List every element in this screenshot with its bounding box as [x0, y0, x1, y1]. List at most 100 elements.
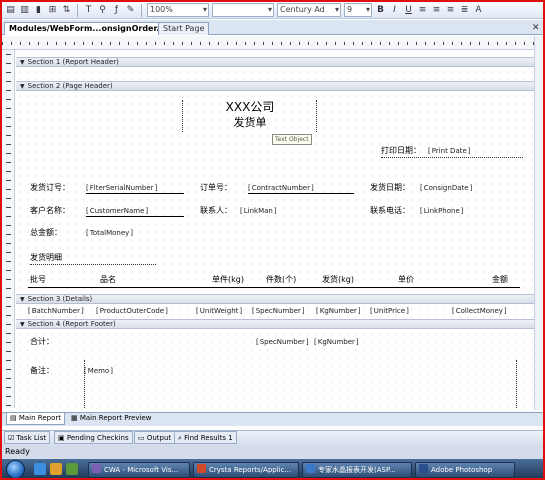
sum-spec-field[interactable]: SpecNumber — [256, 337, 309, 347]
align-left-icon[interactable]: ≡ — [417, 5, 428, 16]
taskbar-item[interactable]: Adobe Photoshop — [415, 462, 515, 478]
ruler-tick — [6, 72, 11, 73]
style-combo[interactable] — [212, 3, 274, 17]
memo-field[interactable]: Memo — [84, 366, 113, 376]
font-size-combo[interactable]: 9 — [344, 3, 372, 17]
print-date-label[interactable]: 打印日期： — [381, 146, 421, 156]
ruler-tick — [6, 234, 11, 235]
contract-label[interactable]: 订单号： — [200, 183, 232, 193]
client-field[interactable]: CustomerName — [86, 206, 148, 216]
section-2-bar[interactable]: ▼ Section 2 (Page Header) — [16, 81, 534, 91]
report-subtitle[interactable]: 发货单 — [182, 116, 318, 129]
font-name-combo[interactable]: Century Ad — [277, 3, 341, 17]
detail-field-product[interactable]: ProductOuterCode — [96, 306, 168, 316]
column-header-batch[interactable]: 批号 — [30, 275, 46, 285]
taskbar-item[interactable]: 专家水晶报表开发(ASP... — [302, 462, 412, 478]
detail-field-money[interactable]: CollectMoney — [452, 306, 507, 316]
total-label[interactable]: 总金额： — [30, 228, 62, 238]
sort-icon[interactable]: ⇅ — [61, 5, 72, 16]
ruler-tick — [6, 54, 11, 55]
sum-label[interactable]: 合计： — [30, 337, 54, 347]
detail-label[interactable]: 发货明细 — [30, 253, 62, 263]
close-icon[interactable]: ✕ — [532, 24, 541, 33]
section-4-label: Section 4 (Report Footer) — [27, 320, 116, 328]
select-expert-icon[interactable]: ⚲ — [97, 5, 108, 16]
quicklaunch-folder-icon[interactable] — [50, 463, 62, 475]
report-title[interactable]: XXX公司 — [182, 100, 318, 114]
client-label[interactable]: 客户名称： — [30, 206, 70, 216]
order-no-field[interactable]: FlterSerialNumber — [86, 183, 157, 193]
vertical-scrollbar[interactable] — [534, 36, 543, 410]
ruler-tick — [6, 63, 11, 64]
section-1-label: Section 1 (Report Header) — [27, 58, 119, 66]
font-color-icon[interactable]: A — [473, 5, 484, 16]
underline-icon[interactable]: U — [403, 5, 414, 16]
section-2-label: Section 2 (Page Header) — [27, 82, 113, 90]
ship-date-field[interactable]: ConsignDate — [420, 183, 472, 193]
taskbar-item[interactable]: Crysta Reports/Applic... — [193, 462, 299, 478]
order-no-label[interactable]: 发货订号： — [30, 183, 70, 193]
section-4-bar[interactable]: ▼ Section 4 (Report Footer) — [16, 319, 534, 329]
quicklaunch-ie-icon[interactable] — [34, 463, 46, 475]
detail-field-price[interactable]: UnitPrice — [370, 306, 409, 316]
memo-label[interactable]: 备注： — [30, 366, 54, 376]
insert-chart-icon[interactable]: ▥ — [19, 5, 30, 16]
bold-icon[interactable]: B — [375, 5, 386, 16]
phone-label[interactable]: 联系电话： — [370, 206, 410, 216]
align-center-icon[interactable]: ≡ — [431, 5, 442, 16]
print-date-field[interactable]: Print Date — [428, 146, 471, 156]
column-header-kg[interactable]: 发货(kg) — [322, 275, 354, 285]
insert-field-icon[interactable]: ▤ — [5, 5, 16, 16]
contract-field[interactable]: ContractNumber — [248, 183, 314, 193]
detail-field-batch[interactable]: BatchNumber — [28, 306, 84, 316]
ruler-tick — [6, 108, 11, 109]
tab-task-list[interactable]: ☑ Task List — [4, 431, 51, 444]
quicklaunch-media-icon[interactable] — [66, 463, 78, 475]
detail-field-unit-weight[interactable]: UnitWeight — [196, 306, 242, 316]
tab-report-file[interactable]: Modules/WebForm...onsignOrder.rpt* — [4, 22, 182, 35]
formatting-toolbar: ▤ ▥ ▮ ⊞ ⇅ T ⚲ ƒ ✎ 100% Century Ad 9 B I … — [2, 2, 543, 19]
collapse-icon: ▼ — [20, 83, 25, 90]
tab-main-report-preview[interactable]: ▦ Main Report Preview — [68, 413, 154, 425]
format-icon[interactable]: T — [83, 5, 94, 16]
sum-kg-field[interactable]: KgNumber — [314, 337, 359, 347]
formula-icon[interactable]: ƒ — [111, 5, 122, 16]
contact-field[interactable]: LinkMan — [240, 206, 277, 216]
underline — [86, 193, 184, 194]
align-right-icon[interactable]: ≡ — [445, 5, 456, 16]
tab-pending-checkins[interactable]: ▣ Pending Checkins — [54, 431, 133, 444]
section-3-bar[interactable]: ▼ Section 3 (Details) — [16, 294, 534, 304]
detail-field-kg[interactable]: KgNumber — [316, 306, 361, 316]
column-header-unit-weight[interactable]: 单件(kg) — [212, 275, 244, 285]
ruler-tick — [6, 288, 11, 289]
database-icon[interactable]: ⊞ — [47, 5, 58, 16]
ruler-tick — [6, 198, 11, 199]
column-header-product[interactable]: 品名 — [100, 275, 116, 285]
taskbar-item-label: Adobe Photoshop — [431, 466, 493, 474]
contact-label[interactable]: 联系人： — [200, 206, 232, 216]
taskbar-item-label: Crysta Reports/Applic... — [209, 466, 292, 474]
justify-icon[interactable]: ≣ — [459, 5, 470, 16]
zoom-combo[interactable]: 100% — [147, 3, 209, 17]
column-header-amount[interactable]: 金额 — [492, 275, 508, 285]
start-button-icon[interactable] — [6, 460, 25, 479]
ship-date-label[interactable]: 发货日期： — [370, 183, 410, 193]
bar-chart-icon[interactable]: ▮ — [33, 5, 44, 16]
tab-start-page[interactable]: Start Page — [158, 22, 210, 35]
italic-icon[interactable]: I — [389, 5, 400, 16]
section-1-bar[interactable]: ▼ Section 1 (Report Header) — [16, 57, 534, 67]
tab-find-results[interactable]: ⌕ Find Results 1 — [174, 431, 237, 444]
column-header-count[interactable]: 件数(个) — [266, 275, 296, 285]
underline — [381, 157, 523, 158]
column-header-price[interactable]: 单价 — [398, 275, 414, 285]
ruler-tick — [6, 333, 11, 334]
tab-output[interactable]: ▭ Output — [134, 431, 176, 444]
memo-box-edge — [84, 360, 85, 408]
total-field[interactable]: TotalMoney — [86, 228, 133, 238]
detail-field-spec[interactable]: SpecNumber — [252, 306, 305, 316]
phone-field[interactable]: LinkPhone — [420, 206, 464, 216]
taskbar-item[interactable]: CWA - Microsoft Vis... — [88, 462, 190, 478]
checkin-icon: ▣ — [58, 434, 67, 442]
pencil-icon[interactable]: ✎ — [125, 5, 136, 16]
tab-main-report[interactable]: ▤ Main Report — [6, 413, 65, 425]
